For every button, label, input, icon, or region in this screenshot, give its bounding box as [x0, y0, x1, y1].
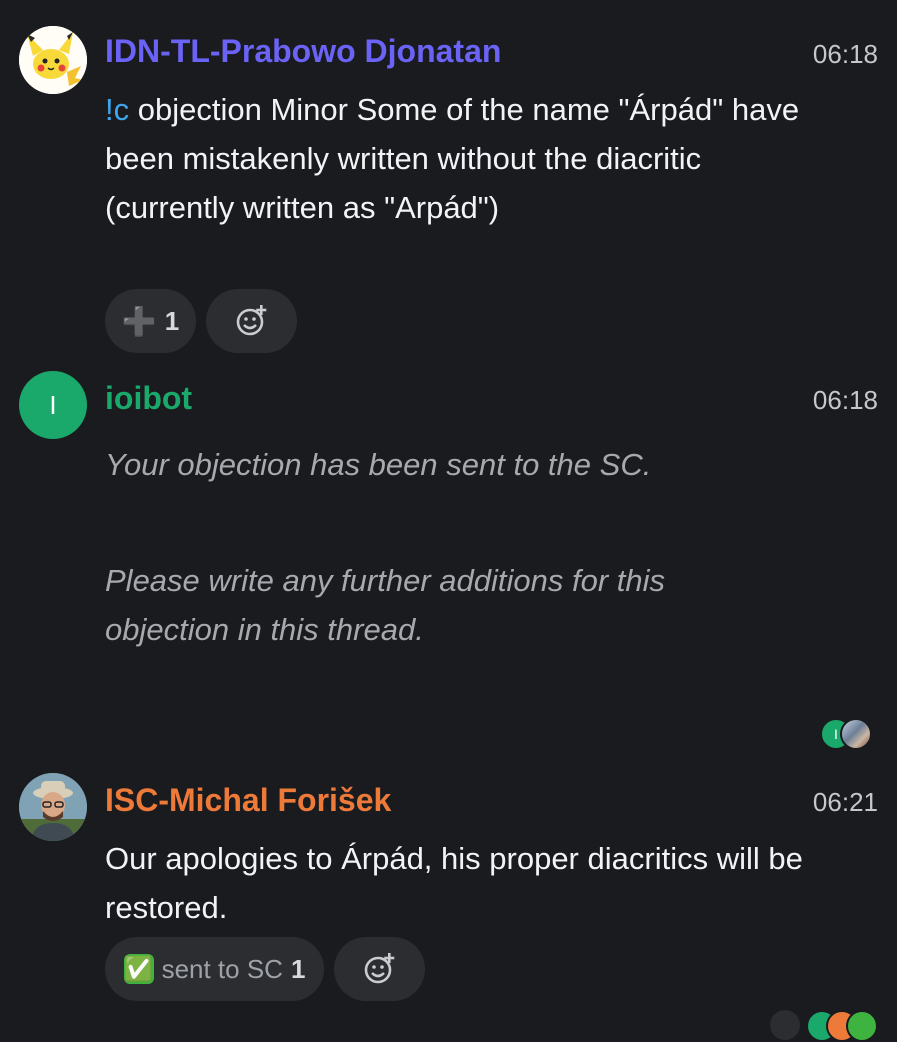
message-body: Our apologies to Árpád, his proper diacr…	[105, 841, 803, 925]
message-body: !c objection Minor Some of the name "Árp…	[105, 85, 805, 232]
command-text: !c	[105, 92, 130, 127]
add-reaction-button[interactable]	[206, 289, 297, 353]
bot-message-line-2: Please write any further additions for t…	[105, 563, 665, 647]
timestamp: 06:18	[812, 385, 878, 415]
reaction-plus[interactable]: ➕ 1	[105, 289, 196, 353]
reaction-sent-to-sc[interactable]: ✅ sent to SC 1	[105, 937, 324, 1001]
sender-name[interactable]: IDN-TL-Prabowo Djonatan	[105, 31, 501, 71]
person-photo-icon	[19, 773, 87, 841]
avatar-ioibot[interactable]: I	[19, 371, 87, 439]
reactions-row: ✅ sent to SC 1	[105, 937, 425, 1001]
add-reaction-button[interactable]	[334, 937, 425, 1001]
reaction-label: sent to SC	[161, 953, 283, 984]
read-count-bubble	[770, 1010, 800, 1040]
plus-emoji-icon: ➕	[121, 305, 157, 337]
avatar-letter: I	[49, 389, 57, 420]
pikachu-avatar-icon	[19, 26, 87, 94]
read-avatar-user	[840, 718, 872, 750]
timestamp: 06:21	[812, 787, 878, 817]
message-3: ISC-Michal Forišek 06:21 Our apologies t…	[0, 760, 897, 1042]
read-receipts[interactable]: I	[820, 718, 880, 752]
add-emoji-icon	[364, 953, 394, 984]
sender-name[interactable]: ioibot	[105, 378, 192, 418]
message-text: objection Minor Some of the name "Árpád"…	[105, 92, 800, 225]
avatar-michal[interactable]	[19, 773, 87, 841]
read-avatar-c	[846, 1010, 878, 1042]
timestamp: 06:18	[812, 39, 878, 69]
read-avatar-letter: I	[834, 726, 838, 742]
message-2: I ioibot 06:18 Your objection has been s…	[0, 360, 897, 760]
message-1: IDN-TL-Prabowo Djonatan 06:18 !c objecti…	[0, 0, 897, 360]
add-emoji-icon	[236, 305, 266, 336]
sender-name[interactable]: ISC-Michal Forišek	[105, 780, 391, 820]
avatar-prabowo[interactable]	[19, 26, 87, 94]
reaction-count: 1	[164, 305, 180, 336]
bot-message-line-1: Your objection has been sent to the SC.	[105, 447, 652, 482]
reaction-count: 1	[290, 953, 306, 984]
reactions-row: ➕ 1	[105, 289, 297, 353]
checkmark-emoji-icon: ✅	[123, 954, 154, 984]
read-receipts-bottom[interactable]	[770, 1010, 880, 1042]
